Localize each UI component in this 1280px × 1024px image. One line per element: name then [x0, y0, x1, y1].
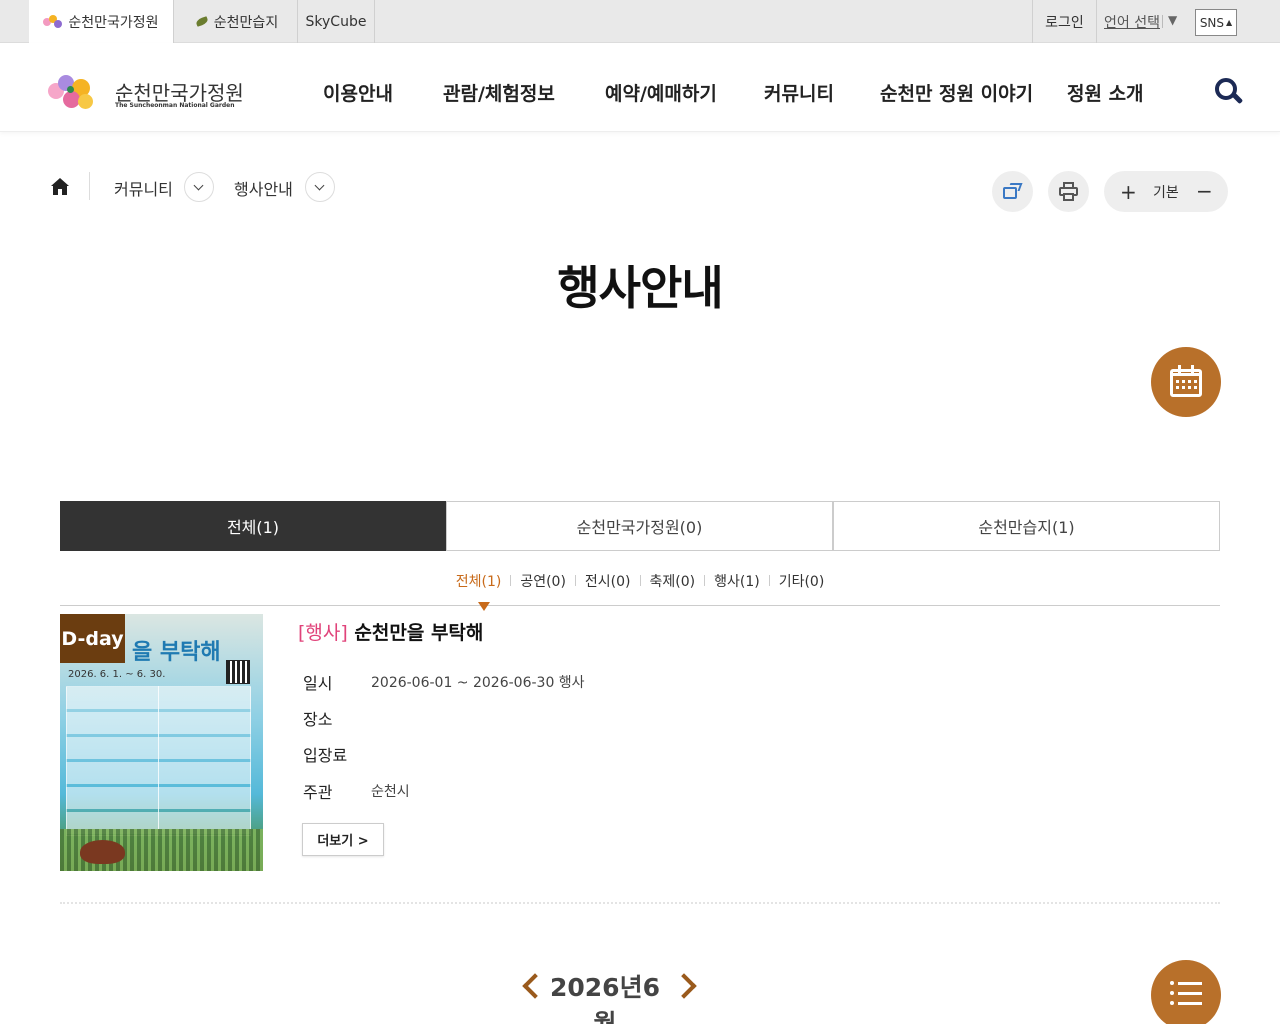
- calendar-view-button[interactable]: [1151, 347, 1221, 417]
- share-button[interactable]: [992, 171, 1033, 212]
- zoom-in-button[interactable]: +: [1120, 180, 1137, 204]
- more-button[interactable]: 더보기 >: [302, 823, 384, 856]
- event-title[interactable]: [행사] 순천만을 부탁해: [298, 618, 483, 645]
- qr-code: [226, 660, 250, 684]
- calendar-icon: [1170, 365, 1202, 397]
- flower-logo-icon: [43, 14, 65, 29]
- divider: [60, 902, 1220, 904]
- divider: [704, 575, 706, 586]
- subtab-festival[interactable]: 축제(0): [650, 571, 696, 591]
- prev-month-icon[interactable]: [521, 970, 539, 1000]
- poster-date: 2026. 6. 1. ~ 6. 30.: [68, 669, 166, 680]
- next-month-icon[interactable]: [676, 970, 694, 1000]
- main-header: 순천만국가정원 The Suncheonman National Garden …: [0, 43, 1280, 132]
- date-value: 2026-06-01 ~ 2026-06-30 행사: [371, 675, 585, 691]
- tab-garden[interactable]: 순천만국가정원(0): [446, 501, 833, 551]
- subtab-event[interactable]: 행사(1): [714, 571, 760, 591]
- divider: [574, 575, 576, 586]
- home-icon[interactable]: [51, 178, 69, 196]
- page-title: 행사안내: [557, 261, 723, 315]
- nav-community[interactable]: 커뮤니티: [764, 79, 834, 106]
- language-select[interactable]: 언어 선택: [1104, 0, 1160, 43]
- category-filter: 전체(1) 공연(0) 전시(0) 축제(0) 행사(1) 기타(0): [0, 571, 1280, 591]
- flower-logo-icon: [46, 73, 106, 117]
- subtab-exhibition[interactable]: 전시(0): [585, 571, 631, 591]
- search-icon[interactable]: [1213, 76, 1244, 106]
- chevron-down-icon[interactable]: [305, 172, 335, 202]
- site-tab-skycube[interactable]: SkyCube: [298, 0, 375, 43]
- poster-title: 을 부탁해: [132, 640, 221, 665]
- language-dropdown-icon[interactable]: ▼: [1168, 13, 1177, 27]
- nav-guide[interactable]: 이용안내: [323, 79, 393, 106]
- nav-reservation[interactable]: 예약/예매하기: [605, 79, 717, 106]
- site-tab-label: SkyCube: [305, 13, 367, 30]
- divider: [768, 575, 770, 586]
- breadcrumb-level1: 커뮤니티: [114, 180, 173, 199]
- caret-up-icon: ▲: [1226, 18, 1233, 27]
- site-tab-label: 순천만국가정원: [68, 14, 159, 31]
- chevron-down-icon[interactable]: [184, 172, 214, 202]
- font-size-control: + 기본 −: [1104, 171, 1228, 212]
- print-icon: [1059, 182, 1078, 201]
- subtab-all[interactable]: 전체(1): [456, 571, 502, 591]
- fee-label: 입장료: [303, 746, 348, 765]
- site-tab-wetland[interactable]: 순천만습지: [174, 0, 298, 43]
- print-button[interactable]: [1048, 171, 1089, 212]
- nav-garden-intro[interactable]: 정원 소개: [1067, 79, 1144, 106]
- top-utility-bar: 순천만국가정원 순천만습지 SkyCube 로그인 언어 선택 ▼ SNS ▲: [0, 0, 1280, 43]
- list-view-button[interactable]: [1151, 960, 1221, 1024]
- site-tab-garden[interactable]: 순천만국가정원: [29, 0, 174, 43]
- event-category: [행사]: [298, 622, 348, 644]
- divider: [89, 172, 90, 200]
- site-tab-label: 순천만습지: [213, 14, 279, 31]
- nav-garden-story[interactable]: 순천만 정원 이야기: [880, 79, 1033, 106]
- tab-all[interactable]: 전체(1): [60, 501, 446, 551]
- divider: [1162, 15, 1163, 28]
- tab-wetland[interactable]: 순천만습지(1): [833, 501, 1220, 551]
- divider: [510, 575, 512, 586]
- dday-badge: D-day: [60, 614, 125, 663]
- date-label: 일시: [303, 674, 333, 693]
- place-label: 장소: [303, 710, 333, 729]
- active-indicator-icon: [478, 602, 490, 611]
- divider: [158, 686, 159, 836]
- host-label: 주관: [303, 783, 333, 802]
- sns-label: SNS: [1199, 15, 1225, 30]
- font-size-label[interactable]: 기본: [1153, 182, 1179, 202]
- current-month: 2026년6월: [550, 973, 660, 1024]
- sns-button[interactable]: SNS ▲: [1195, 9, 1237, 36]
- divider: [639, 575, 641, 586]
- breadcrumb-level2: 행사안내: [234, 180, 293, 199]
- login-link[interactable]: 로그인: [1032, 0, 1097, 43]
- bird-logo-icon: [193, 15, 211, 29]
- event-title-text: 순천만을 부탁해: [354, 622, 484, 644]
- subtab-etc[interactable]: 기타(0): [779, 571, 825, 591]
- zoom-out-button[interactable]: −: [1196, 179, 1213, 203]
- logo-subtitle: The Suncheonman National Garden: [115, 102, 235, 109]
- site-logo[interactable]: 순천만국가정원 The Suncheonman National Garden: [46, 73, 244, 117]
- subtab-performance[interactable]: 공연(0): [520, 571, 566, 591]
- divider: [60, 605, 1220, 606]
- nav-visit-info[interactable]: 관람/체험정보: [443, 79, 555, 106]
- crab-illustration: [80, 840, 125, 864]
- share-icon: [1003, 183, 1023, 199]
- host-value: 순천시: [371, 784, 410, 800]
- list-icon: [1170, 981, 1202, 1007]
